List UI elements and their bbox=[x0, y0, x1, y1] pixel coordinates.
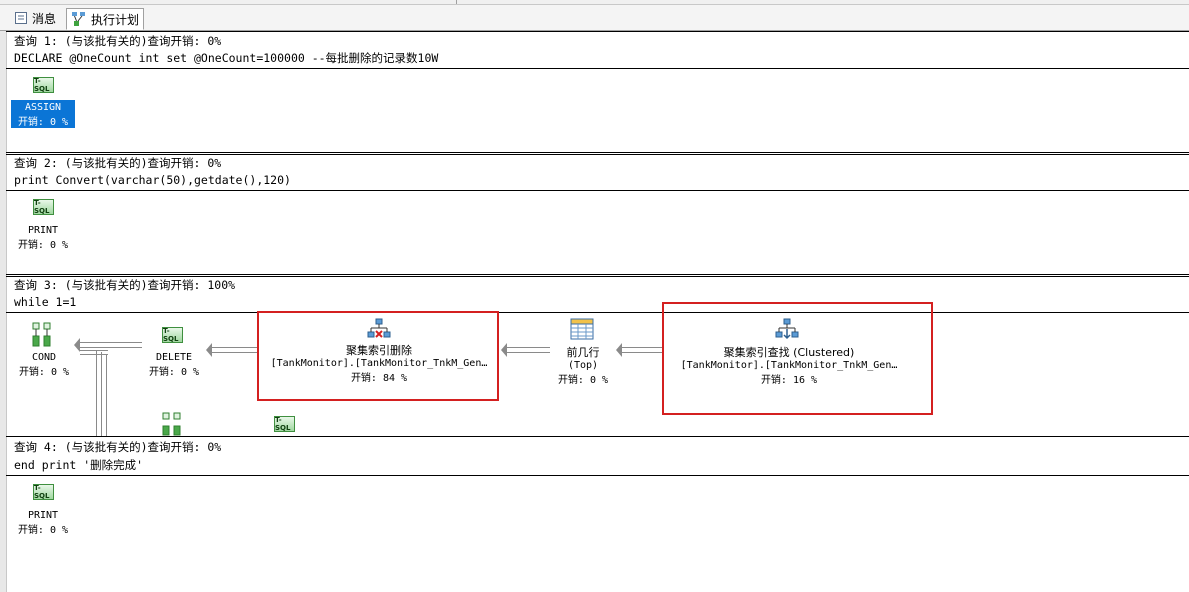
clustered-seek-object: [TankMonitor].[TankMonitor_TnkM_Gen… bbox=[680, 360, 898, 371]
top-node[interactable]: 前几行 (Top) 开销: 0 % bbox=[548, 344, 618, 386]
query-1-header: 查询 1: (与该批有关的)查询开销: 0% bbox=[14, 34, 222, 48]
clustered-delete-object: [TankMonitor].[TankMonitor_TnkM_Gen… bbox=[270, 358, 488, 369]
query-3-sql: while 1=1 bbox=[14, 295, 77, 309]
flow-arrow bbox=[501, 343, 550, 357]
clustered-seek-node[interactable]: 聚集索引查找 (Clustered) [TankMonitor].[TankMo… bbox=[668, 344, 910, 386]
print-node-2-cost: 开销: 0 % bbox=[17, 525, 69, 536]
delete-node-cost: 开销: 0 % bbox=[148, 367, 200, 378]
flow-arrow bbox=[206, 343, 257, 357]
assign-node-name: ASSIGN bbox=[24, 102, 62, 113]
flow-line bbox=[96, 350, 97, 436]
delete-node[interactable]: DELETE 开销: 0 % bbox=[142, 352, 206, 378]
tsql-icon: T-SQL bbox=[33, 199, 54, 215]
query-3-header: 查询 3: (与该批有关的)查询开销: 100% bbox=[14, 278, 236, 292]
print-node-1-icon[interactable]: T-SQL bbox=[33, 199, 54, 215]
clustered-delete-node[interactable]: 聚集索引删除 [TankMonitor].[TankMonitor_TnkM_G… bbox=[260, 342, 498, 384]
divider bbox=[6, 274, 1189, 275]
query-1-sql: DECLARE @OneCount int set @OneCount=1000… bbox=[14, 51, 439, 65]
execution-plan-icon bbox=[72, 12, 85, 26]
cond-icon bbox=[162, 412, 181, 436]
assign-node-icon[interactable]: T-SQL bbox=[33, 77, 54, 93]
divider bbox=[6, 68, 1189, 69]
cond-icon bbox=[32, 322, 51, 347]
clustered-seek-icon-wrap[interactable] bbox=[774, 318, 800, 343]
print-node-1[interactable]: PRINT 开销: 0 % bbox=[11, 225, 75, 251]
cond-node-cost: 开销: 0 % bbox=[18, 367, 70, 378]
tsql-node-partial[interactable]: T-SQL bbox=[274, 416, 295, 432]
clustered-seek-cost: 开销: 16 % bbox=[760, 375, 818, 386]
cond-node-icon[interactable] bbox=[32, 322, 54, 351]
query-2-sql: print Convert(varchar(50),getdate(),120) bbox=[14, 173, 291, 187]
print-node-2-icon[interactable]: T-SQL bbox=[33, 484, 54, 500]
query-2-header: 查询 2: (与该批有关的)查询开销: 0% bbox=[14, 156, 222, 170]
top-node-icon[interactable] bbox=[570, 318, 594, 343]
message-icon bbox=[15, 12, 27, 24]
tsql-icon: T-SQL bbox=[162, 327, 183, 343]
divider bbox=[6, 312, 1189, 313]
top-icon bbox=[570, 318, 594, 340]
tab-execution-plan[interactable]: 执行计划 bbox=[66, 8, 145, 30]
clustered-seek-name: 聚集索引查找 (Clustered) bbox=[723, 346, 855, 359]
divider bbox=[6, 190, 1189, 191]
divider bbox=[6, 475, 1189, 476]
print-node-1-name: PRINT bbox=[27, 225, 59, 236]
clustered-index-seek-icon bbox=[775, 318, 799, 340]
print-node-1-cost: 开销: 0 % bbox=[17, 240, 69, 251]
query-4-header: 查询 4: (与该批有关的)查询开销: 0% bbox=[14, 439, 222, 455]
assign-node-cost: 开销: 0 % bbox=[17, 117, 69, 128]
clustered-delete-icon-wrap[interactable] bbox=[366, 318, 392, 343]
tab-messages[interactable]: 消息 bbox=[10, 8, 60, 28]
flow-line bbox=[106, 354, 107, 436]
print-node-2-name: PRINT bbox=[27, 510, 59, 521]
divider bbox=[6, 436, 1189, 437]
cond-node[interactable]: COND 开销: 0 % bbox=[12, 352, 76, 378]
tab-execution-plan-label: 执行计划 bbox=[91, 12, 140, 27]
flow-arrow bbox=[616, 343, 664, 357]
query-4-sql: end print '删除完成' bbox=[14, 458, 144, 472]
splitter[interactable] bbox=[456, 0, 457, 4]
print-node-2[interactable]: PRINT 开销: 0 % bbox=[11, 510, 75, 536]
clustered-index-delete-icon bbox=[367, 318, 391, 338]
tsql-icon: T-SQL bbox=[33, 484, 54, 500]
flow-line bbox=[80, 354, 108, 355]
results-tabbar: 消息 执行计划 bbox=[0, 5, 1189, 31]
tsql-icon: T-SQL bbox=[33, 77, 54, 93]
cond-node-name: COND bbox=[31, 352, 57, 363]
top-node-subname: (Top) bbox=[567, 360, 599, 371]
assign-node-selected[interactable]: ASSIGN 开销: 0 % bbox=[11, 100, 75, 128]
tsql-icon: T-SQL bbox=[274, 416, 295, 432]
flow-line bbox=[80, 350, 108, 351]
flow-arrow bbox=[74, 338, 142, 352]
delete-node-name: DELETE bbox=[155, 352, 193, 363]
divider bbox=[6, 152, 1189, 153]
flow-line bbox=[101, 352, 102, 436]
clustered-delete-cost: 开销: 84 % bbox=[350, 373, 408, 384]
tab-messages-label: 消息 bbox=[32, 11, 57, 26]
delete-node-icon[interactable]: T-SQL bbox=[162, 327, 183, 343]
clustered-delete-name: 聚集索引删除 bbox=[346, 344, 412, 357]
top-node-cost: 开销: 0 % bbox=[557, 375, 609, 386]
top-node-name: 前几行 bbox=[566, 346, 600, 359]
cond-node-icon-partial[interactable] bbox=[162, 412, 184, 439]
divider bbox=[6, 31, 1189, 32]
